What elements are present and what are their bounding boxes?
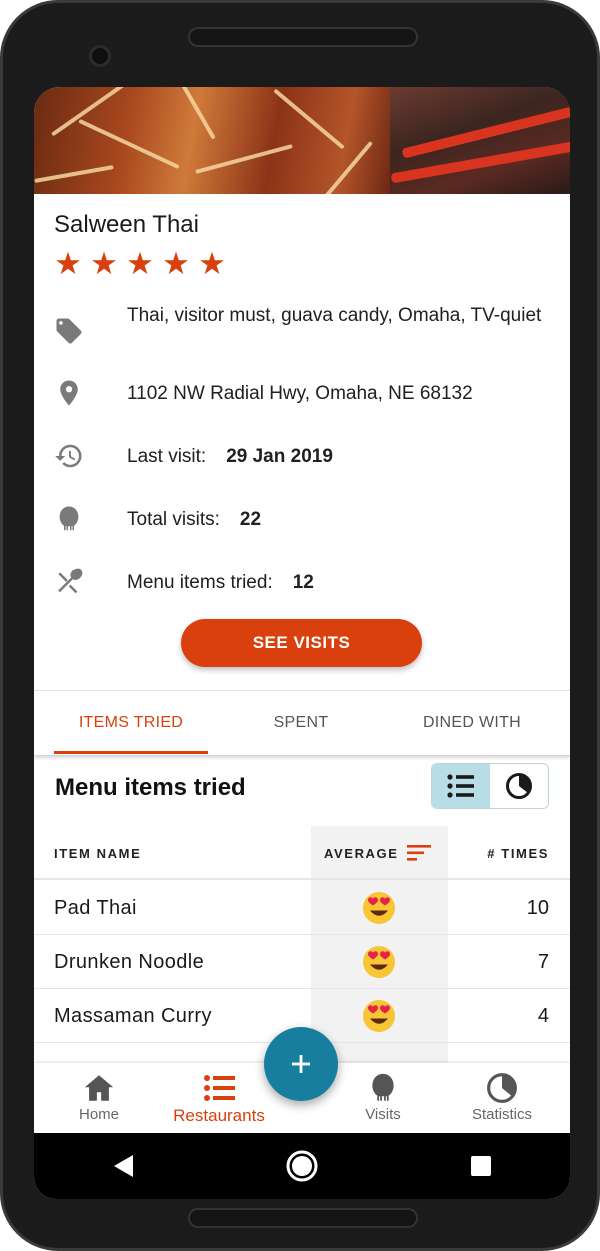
heart-eyes-emoji-icon	[363, 946, 395, 978]
item-name: Drunken Noodle	[54, 950, 205, 973]
section-title: Menu items tried	[55, 774, 246, 801]
nav-statistics-label: Statistics	[471, 1106, 532, 1123]
column-item-name[interactable]: ITEM NAME	[54, 826, 141, 880]
recents-square-icon	[470, 1156, 491, 1176]
nav-visits[interactable]: Visits	[338, 1063, 428, 1133]
view-toggle	[431, 763, 549, 809]
star-icon: ★	[90, 246, 118, 281]
table-row[interactable]: Drunken Noodle 7	[34, 935, 570, 989]
home-system-button[interactable]	[282, 1146, 322, 1186]
address-text: 1102 NW Radial Hwy, Omaha, NE 68132	[127, 383, 473, 404]
bottom-speaker	[188, 1208, 418, 1228]
star-icon: ★	[162, 246, 190, 281]
item-name: Pad Thai	[54, 896, 137, 919]
pie-chart-icon	[487, 1073, 517, 1103]
nav-restaurants[interactable]: Restaurants	[164, 1063, 274, 1133]
see-visits-button[interactable]: SEE VISITS	[181, 619, 422, 667]
system-navigation-bar	[34, 1133, 570, 1199]
top-speaker	[188, 27, 418, 47]
heart-eyes-emoji-icon	[363, 1000, 395, 1032]
column-average[interactable]: AVERAGE	[324, 826, 433, 880]
sort-icon	[406, 845, 431, 861]
active-tab-indicator	[54, 751, 208, 754]
times-value: 10	[526, 896, 549, 919]
total-visits-value: 22	[239, 509, 262, 530]
total-visits-label: Total visits:	[127, 509, 220, 530]
spoon-icon	[59, 506, 79, 531]
column-average-label: AVERAGE	[324, 845, 399, 861]
times-value: 7	[537, 950, 549, 973]
last-visit-value: 29 Jan 2019	[226, 446, 333, 467]
times-value: 4	[537, 1004, 549, 1027]
add-visit-fab[interactable]	[264, 1027, 338, 1101]
last-visit-label: Last visit:	[127, 446, 207, 467]
restaurant-name: Salween Thai	[54, 211, 199, 238]
item-name: Massaman Curry	[54, 1004, 212, 1027]
front-camera	[89, 45, 111, 67]
list-icon	[447, 774, 474, 798]
list-view-button[interactable]	[432, 764, 490, 808]
nav-home-label: Home	[78, 1106, 119, 1123]
utensils-icon	[58, 568, 83, 594]
heart-eyes-emoji-icon	[363, 892, 395, 924]
plus-icon	[292, 1055, 310, 1073]
nav-visits-label: Visits	[365, 1106, 401, 1123]
star-icon: ★	[198, 246, 226, 281]
tab-spent[interactable]: SPENT	[224, 691, 378, 755]
nav-home[interactable]: Home	[54, 1063, 144, 1133]
star-rating: ★ ★ ★ ★ ★	[52, 248, 228, 280]
pie-chart-icon	[506, 773, 532, 799]
menu-items-label: Menu items tried:	[127, 572, 273, 593]
location-pin-icon	[60, 380, 78, 406]
spoon-icon	[372, 1073, 394, 1101]
recents-button[interactable]	[461, 1146, 501, 1186]
list-icon	[204, 1075, 235, 1101]
tags-text: Thai, visitor must, guava candy, Omaha, …	[127, 305, 542, 326]
menu-items-value: 12	[292, 572, 314, 593]
star-icon: ★	[126, 246, 154, 281]
tag-icon	[56, 318, 82, 344]
table-header: ITEM NAME AVERAGE # TIMES	[34, 826, 570, 880]
phone-frame: Salween Thai ★ ★ ★ ★ ★ Thai, visitor mus…	[0, 0, 600, 1251]
column-times[interactable]: # TIMES	[487, 826, 549, 880]
tab-items-tried[interactable]: ITEMS TRIED	[54, 691, 208, 755]
home-icon	[84, 1075, 114, 1101]
nav-restaurants-label: Restaurants	[173, 1106, 265, 1125]
home-circle-icon	[286, 1150, 318, 1182]
nav-statistics[interactable]: Statistics	[454, 1063, 550, 1133]
back-button[interactable]	[103, 1146, 143, 1186]
app-screen: Salween Thai ★ ★ ★ ★ ★ Thai, visitor mus…	[34, 87, 570, 1199]
tab-dined-with[interactable]: DINED WITH	[394, 691, 550, 755]
history-icon	[55, 444, 82, 468]
chart-view-button[interactable]	[490, 764, 548, 808]
table-row[interactable]: Pad Thai 10	[34, 881, 570, 935]
tab-bar: ITEMS TRIED SPENT DINED WITH	[34, 690, 570, 756]
back-triangle-icon	[114, 1155, 134, 1177]
restaurant-photo	[34, 87, 570, 194]
star-icon: ★	[54, 246, 82, 281]
